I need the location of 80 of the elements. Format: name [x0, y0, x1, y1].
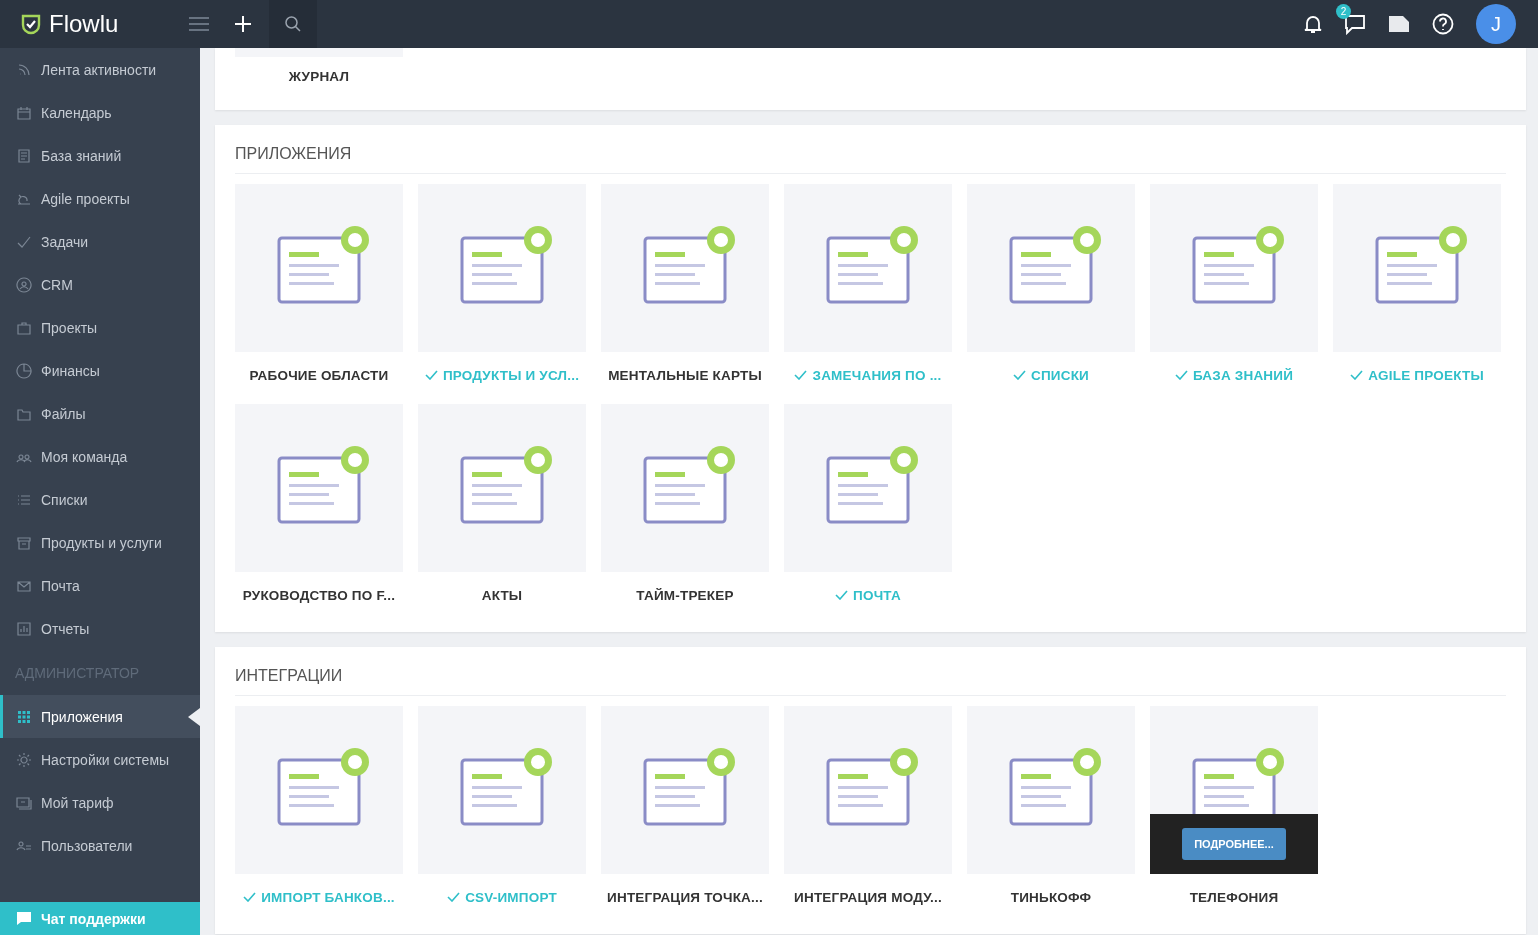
- gear-icon: [16, 751, 32, 768]
- tile-label[interactable]: ТИНЬКОФФ: [967, 874, 1135, 920]
- sidebar-item[interactable]: Приложения: [0, 695, 200, 738]
- selection-pointer: [188, 708, 200, 726]
- check-icon: [794, 370, 808, 380]
- section-title: ИНТЕГРАЦИИ: [235, 647, 1506, 696]
- sidebar-item[interactable]: Отчеты: [0, 607, 200, 650]
- check-icon: [243, 892, 257, 902]
- document-icon: [16, 147, 32, 164]
- app-tile-image[interactable]: [601, 404, 769, 572]
- app-tile-image[interactable]: [784, 184, 952, 352]
- app-tile-image[interactable]: [1333, 184, 1501, 352]
- check-icon: [424, 370, 438, 380]
- app-tile-image[interactable]: [967, 706, 1135, 874]
- logo-icon: [19, 12, 43, 36]
- check-icon: [1350, 370, 1364, 380]
- sidebar-item[interactable]: Проекты: [0, 306, 200, 349]
- app-tile-image[interactable]: [784, 404, 952, 572]
- briefcase-icon: [16, 319, 32, 336]
- sidebar-item[interactable]: Мой тариф: [0, 781, 200, 824]
- app-tile-image[interactable]: ПОДРОБНЕЕ...: [1150, 706, 1318, 874]
- plus-icon[interactable]: [235, 16, 251, 32]
- sidebar-item[interactable]: Agile проекты: [0, 177, 200, 220]
- app-tile-image[interactable]: [1150, 184, 1318, 352]
- app-tile-image[interactable]: [235, 706, 403, 874]
- pie-chart-icon: [16, 362, 32, 379]
- help-icon[interactable]: [1432, 13, 1454, 35]
- user-avatar[interactable]: J: [1476, 4, 1516, 44]
- check-icon: [1174, 370, 1188, 380]
- sidebar-item[interactable]: Финансы: [0, 349, 200, 392]
- more-button[interactable]: ПОДРОБНЕЕ...: [1182, 828, 1286, 860]
- tile-label[interactable]: ТАЙМ-ТРЕКЕР: [601, 572, 769, 618]
- section-title: ПРИЛОЖЕНИЯ: [235, 125, 1506, 174]
- sidebar-item[interactable]: CRM: [0, 263, 200, 306]
- tile-label[interactable]: РУКОВОДСТВО ПО F...: [235, 572, 403, 618]
- app-tile-image[interactable]: [967, 184, 1135, 352]
- chat-icon[interactable]: [1344, 13, 1366, 35]
- box-icon: [16, 534, 32, 551]
- chat-icon: [16, 911, 32, 926]
- sidebar-item[interactable]: База знаний: [0, 134, 200, 177]
- tile-label[interactable]: ИНТЕГРАЦИЯ ТОЧКА...: [601, 874, 769, 920]
- menu-icon[interactable]: [189, 16, 209, 32]
- sidebar-item[interactable]: Настройки системы: [0, 738, 200, 781]
- app-tile-image[interactable]: [418, 184, 586, 352]
- app-tile-image[interactable]: [601, 706, 769, 874]
- report-icon: [16, 620, 32, 637]
- sidebar-item[interactable]: Почта: [0, 564, 200, 607]
- sidebar-item[interactable]: Файлы: [0, 392, 200, 435]
- file-icon[interactable]: [1388, 15, 1410, 33]
- logo-text: Flowlu: [49, 10, 119, 38]
- sidebar-item[interactable]: Календарь: [0, 91, 200, 134]
- sidebar-item[interactable]: Продукты и услуги: [0, 521, 200, 564]
- app-tile-image[interactable]: [601, 184, 769, 352]
- app-tile-image[interactable]: [235, 404, 403, 572]
- sidebar-item[interactable]: Списки: [0, 478, 200, 521]
- search-button[interactable]: [269, 0, 317, 48]
- tile-label[interactable]: РАБОЧИЕ ОБЛАСТИ: [235, 352, 403, 398]
- grid-icon: [16, 708, 32, 725]
- sidebar-item[interactable]: Моя команда: [0, 435, 200, 478]
- card-icon: [16, 794, 32, 811]
- tile-label: ЖУРНАЛ: [287, 68, 351, 87]
- app-tile-image[interactable]: [418, 404, 586, 572]
- tile-label[interactable]: ИНТЕГРАЦИЯ МОДУ...: [784, 874, 952, 920]
- check-icon: [1012, 370, 1026, 380]
- app-tile-image[interactable]: [418, 706, 586, 874]
- tile-label[interactable]: АКТЫ: [418, 572, 586, 618]
- tile-label[interactable]: МЕНТАЛЬНЫЕ КАРТЫ: [601, 352, 769, 398]
- app-tile-image[interactable]: [235, 184, 403, 352]
- app-tile-image[interactable]: [784, 706, 952, 874]
- tile-label[interactable]: ТЕЛЕФОНИЯ: [1150, 874, 1318, 920]
- rss-icon: [16, 61, 32, 78]
- search-icon: [284, 15, 302, 33]
- check-icon: [447, 892, 461, 902]
- sidebar-item[interactable]: Задачи: [0, 220, 200, 263]
- sidebar-item[interactable]: Лента активности: [0, 48, 200, 91]
- check-icon: [835, 590, 849, 600]
- calendar-icon: [16, 104, 32, 121]
- notification-badge: 2: [1336, 4, 1351, 19]
- sidebar-item[interactable]: Пользователи: [0, 824, 200, 867]
- bell-icon[interactable]: [1304, 14, 1322, 34]
